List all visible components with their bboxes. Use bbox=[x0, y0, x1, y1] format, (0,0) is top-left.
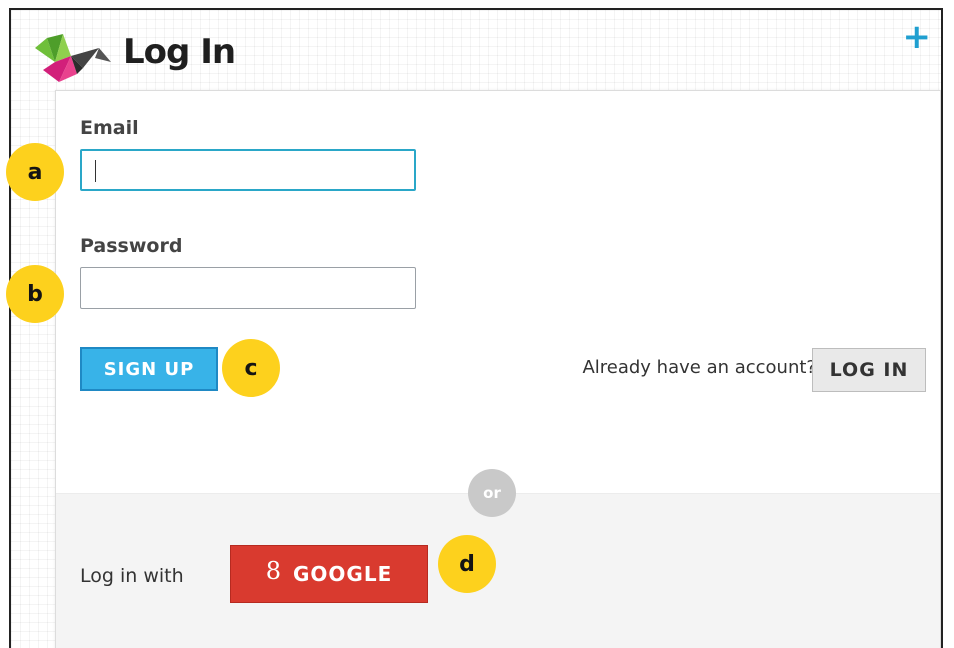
origami-crane-logo-icon bbox=[35, 34, 111, 82]
login-card: Email Password SIGN UP Already have an a… bbox=[55, 90, 941, 648]
annotation-marker-a: a bbox=[6, 143, 64, 201]
log-in-with-label: Log in with bbox=[80, 565, 184, 587]
already-have-account-text: Already have an account? bbox=[582, 357, 816, 378]
annotation-marker-b: b bbox=[6, 265, 64, 323]
password-label: Password bbox=[80, 235, 183, 257]
page-title: Log In bbox=[123, 32, 236, 72]
annotation-marker-d: d bbox=[438, 535, 496, 593]
sign-up-button[interactable]: SIGN UP bbox=[80, 347, 218, 391]
email-input[interactable] bbox=[80, 149, 416, 191]
log-in-button[interactable]: LOG IN bbox=[812, 348, 926, 392]
annotation-marker-c: c bbox=[222, 339, 280, 397]
social-login-area bbox=[56, 493, 940, 648]
password-input[interactable] bbox=[80, 267, 416, 309]
google-login-button[interactable]: 8 GOOGLE bbox=[230, 545, 428, 603]
text-caret bbox=[95, 160, 96, 182]
email-label: Email bbox=[80, 117, 139, 139]
google-icon: 8 bbox=[265, 557, 282, 585]
google-label: GOOGLE bbox=[293, 562, 393, 586]
plus-icon[interactable]: + bbox=[903, 20, 932, 54]
or-divider: or bbox=[468, 469, 516, 517]
